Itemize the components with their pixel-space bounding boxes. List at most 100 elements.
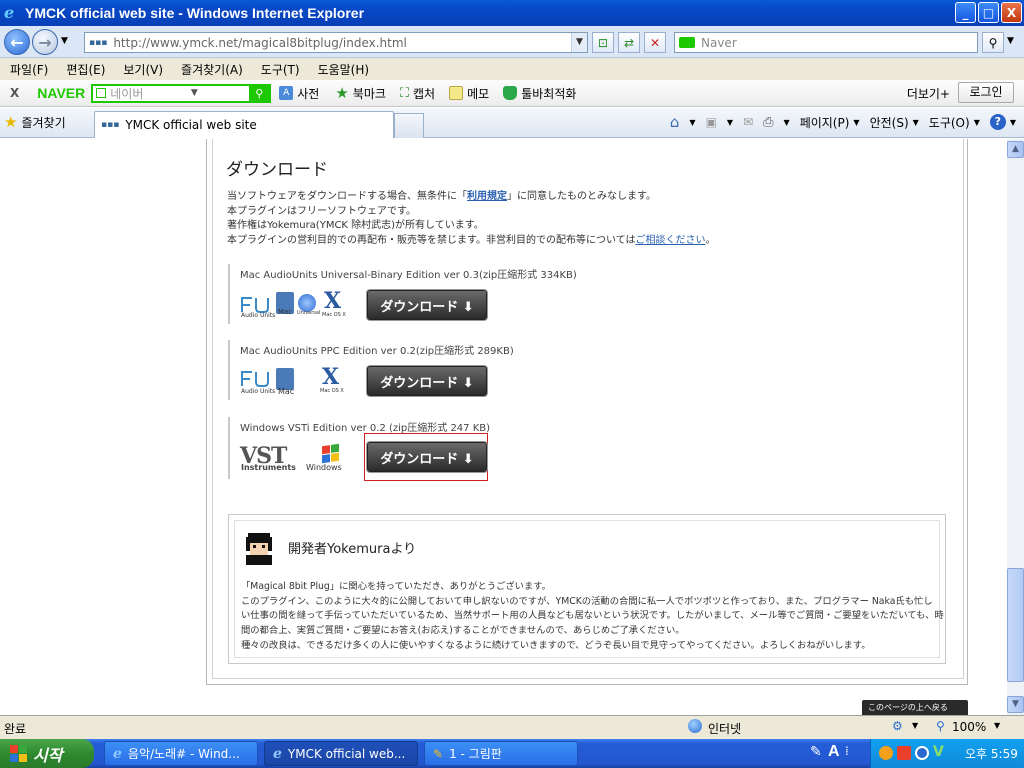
- protected-mode-icon[interactable]: ⚙: [892, 719, 903, 733]
- protected-mode-dropdown-icon[interactable]: ▼: [912, 721, 918, 730]
- back-to-top-link[interactable]: このページの上へ戻る: [862, 700, 968, 715]
- naver-more[interactable]: 더보기+: [907, 85, 950, 102]
- naver-optimize[interactable]: 툴바최적화: [521, 85, 576, 102]
- developer-line-2: このプラグイン、このように大々的に公開しておいて申し訳ないのですが、YMCKの活…: [241, 596, 933, 607]
- new-tab-button[interactable]: [394, 113, 424, 138]
- help-icon[interactable]: ?: [989, 114, 1006, 130]
- menu-help[interactable]: 도움말(H): [308, 61, 378, 78]
- scroll-down-icon[interactable]: ▼: [1007, 696, 1024, 713]
- naver-search-button[interactable]: ⚲: [249, 84, 270, 102]
- page-dropdown-icon[interactable]: ▼: [853, 118, 859, 127]
- download-button-universal[interactable]: ダウンロード ⬇: [367, 290, 487, 320]
- tools-menu[interactable]: 도구(O): [929, 114, 970, 131]
- scroll-thumb[interactable]: [1007, 568, 1024, 682]
- tools-dropdown-icon[interactable]: ▼: [974, 118, 980, 127]
- menu-edit[interactable]: 편집(E): [56, 61, 113, 78]
- search-button[interactable]: ⚲: [982, 32, 1004, 53]
- feeds-dropdown-icon[interactable]: ▼: [727, 118, 733, 127]
- address-input[interactable]: ▪▪▪ http://www.ymck.net/magical8bitplug/…: [84, 32, 588, 53]
- tray-app-icon-3[interactable]: [915, 746, 929, 760]
- home-icon[interactable]: ⌂: [670, 113, 680, 131]
- naver-dropdown-icon[interactable]: ▼: [191, 88, 198, 98]
- maximize-button[interactable]: □: [978, 2, 999, 23]
- search-input[interactable]: Naver: [674, 32, 978, 53]
- refresh-button[interactable]: ⇄: [618, 32, 640, 53]
- feeds-icon[interactable]: ▣: [706, 115, 717, 129]
- task-label-ymck: YMCK official web...: [287, 746, 406, 761]
- menu-favorites[interactable]: 즐겨찾기(A): [171, 61, 251, 78]
- help-dropdown-icon[interactable]: ▼: [1010, 118, 1016, 127]
- intro-line-2: 本プラグインはフリーソフトウェアです。: [227, 206, 416, 217]
- au-caption: Audio Units: [241, 312, 276, 319]
- status-bar: 완료 인터넷 ⚙ ▼ ⚲ 100% ▼: [0, 715, 1024, 739]
- naver-logo[interactable]: NAVER: [37, 85, 85, 101]
- menu-view[interactable]: 보기(V): [113, 61, 171, 78]
- print-icon[interactable]: ⎙: [763, 115, 773, 130]
- back-button[interactable]: ←: [4, 29, 30, 55]
- download-heading: ダウンロード: [226, 160, 328, 180]
- tab-title: YMCK official web site: [125, 118, 257, 132]
- osx-logo-icon: X: [324, 288, 342, 314]
- naver-dictionary[interactable]: 사전: [297, 85, 319, 102]
- minimize-button[interactable]: _: [955, 2, 976, 23]
- window-title-bar[interactable]: e YMCK official web site - Windows Inter…: [0, 0, 1024, 26]
- url-dropdown-icon[interactable]: ▼: [571, 33, 587, 52]
- naver-capture[interactable]: 캡처: [413, 85, 435, 102]
- menu-file[interactable]: 파일(F): [0, 61, 56, 78]
- intro-line-3: 著作権はYokemura(YMCK 除村武志)が所有しています。: [227, 220, 484, 231]
- forward-button[interactable]: →: [32, 29, 58, 55]
- clock[interactable]: 오후 5:59: [965, 745, 1018, 762]
- forward-arrow-icon: →: [38, 32, 52, 52]
- zoom-level[interactable]: 100%: [952, 720, 986, 734]
- tab-favicon-icon: ▪▪▪: [101, 120, 120, 130]
- naver-search-input[interactable]: 네이버 ▼ ⚲: [91, 83, 272, 103]
- tray-app-icon-1[interactable]: [879, 746, 893, 760]
- ime-mode-icon[interactable]: ⁞: [845, 744, 849, 758]
- scroll-up-icon[interactable]: ▲: [1007, 141, 1024, 158]
- contact-link[interactable]: ご相談ください: [636, 235, 706, 246]
- taskbar-item-ymck[interactable]: e YMCK official web...: [264, 741, 418, 766]
- tray-app-icon-4[interactable]: V: [933, 744, 944, 760]
- compatibility-view-button[interactable]: ⊡: [592, 32, 614, 53]
- home-dropdown-icon[interactable]: ▼: [689, 118, 695, 127]
- print-dropdown-icon[interactable]: ▼: [784, 118, 790, 127]
- windows-caption: Windows: [306, 463, 342, 472]
- toolbar-close-icon[interactable]: X: [10, 86, 19, 100]
- vertical-scrollbar[interactable]: ▲ ▼: [1007, 139, 1024, 715]
- safety-menu[interactable]: 안전(S): [870, 114, 909, 131]
- close-button[interactable]: X: [1001, 2, 1022, 23]
- tab-current[interactable]: ▪▪▪ YMCK official web site: [94, 111, 394, 138]
- page-menu[interactable]: 페이지(P): [800, 114, 850, 131]
- intro-1-post: 」に同意したものとみなします。: [507, 191, 656, 202]
- zoom-dropdown-icon[interactable]: ▼: [994, 721, 1000, 730]
- favorites-button[interactable]: ★ 즐겨찾기: [4, 113, 66, 131]
- tray-app-icon-2[interactable]: [897, 746, 911, 760]
- mail-icon[interactable]: ✉: [743, 115, 753, 129]
- naver-bookmark[interactable]: 북마크: [353, 85, 386, 102]
- task-label-music: 음악/노래# - Wind...: [127, 747, 240, 761]
- favorites-star-icon: ★: [4, 113, 18, 131]
- history-dropdown-icon[interactable]: ▼: [61, 36, 68, 46]
- au-caption: Audio Units: [241, 388, 276, 395]
- zoom-icon[interactable]: ⚲: [936, 719, 945, 733]
- search-options-icon[interactable]: ▼: [1007, 36, 1014, 46]
- taskbar-item-music[interactable]: e 음악/노래# - Wind...: [104, 741, 258, 766]
- taskbar-item-paint[interactable]: ✎ 1 - 그림판: [424, 741, 578, 766]
- ime-icon[interactable]: A: [828, 743, 840, 761]
- universal-caption: Universal: [297, 310, 321, 316]
- compat-icon: ⊡: [597, 35, 609, 50]
- download-button-ppc[interactable]: ダウンロード ⬇: [367, 366, 487, 396]
- login-button[interactable]: 로그인: [958, 82, 1014, 103]
- capture-icon: ⛶: [399, 85, 410, 101]
- naver-memo[interactable]: 메모: [467, 85, 489, 102]
- menu-tools[interactable]: 도구(T): [251, 61, 308, 78]
- stop-button[interactable]: ✕: [644, 32, 666, 53]
- intro-1-text: 当ソフトウェアをダウンロードする場合、無条件に「: [227, 191, 467, 202]
- language-bar-icon[interactable]: ✎: [810, 744, 822, 760]
- safety-dropdown-icon[interactable]: ▼: [913, 118, 919, 127]
- terms-link[interactable]: 利用規定: [467, 191, 507, 202]
- start-button[interactable]: 시작: [0, 739, 94, 768]
- osx-caption: Mac OS X: [322, 312, 346, 318]
- download-button-windows[interactable]: ダウンロード ⬇: [367, 442, 487, 472]
- download-title-universal: Mac AudioUnits Universal-Binary Edition …: [240, 270, 577, 281]
